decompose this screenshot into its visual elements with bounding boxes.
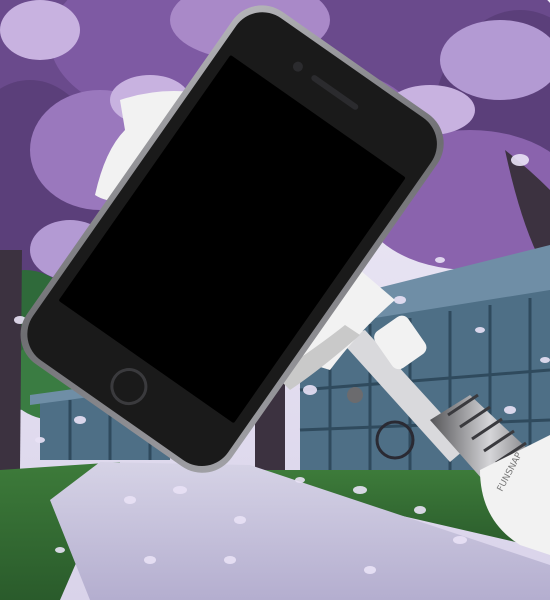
scene-illustration: FUNSNAP — [0, 0, 550, 600]
photo-frame-scene: FUNSNAP — [0, 0, 550, 600]
